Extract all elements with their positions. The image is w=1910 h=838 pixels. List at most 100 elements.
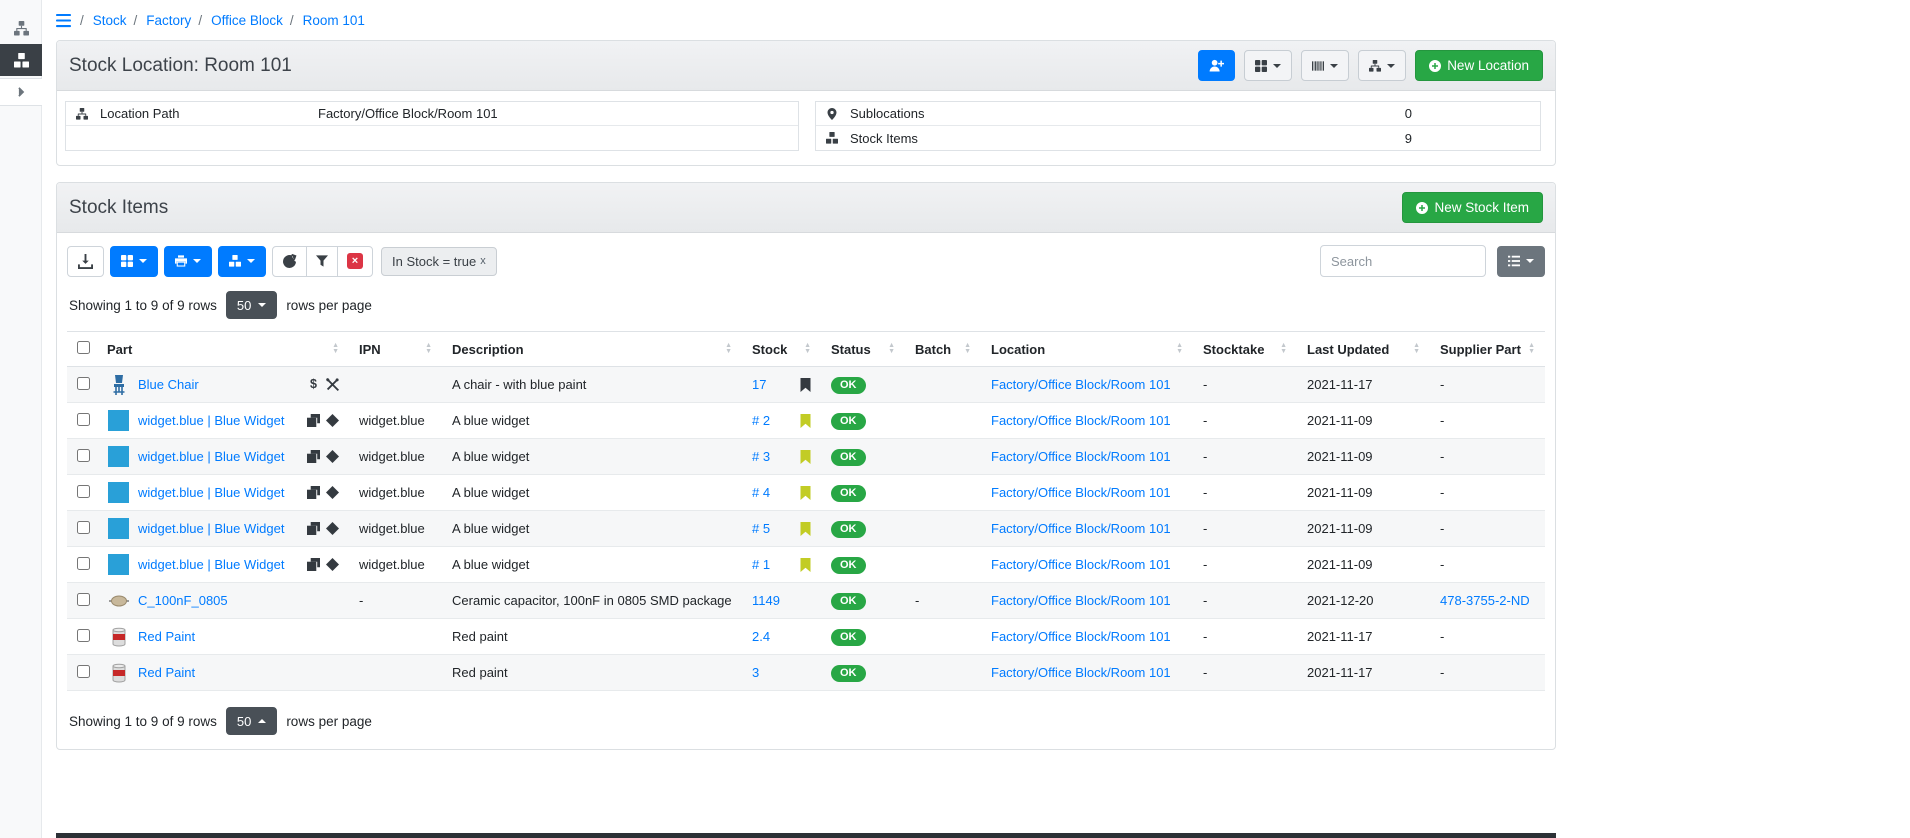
caret-down-icon <box>1387 64 1395 68</box>
stock-link[interactable]: # 2 <box>752 413 770 428</box>
part-link[interactable]: widget.blue | Blue Widget <box>138 449 284 464</box>
page-size-dropdown[interactable]: 50 <box>226 291 277 319</box>
stock-link[interactable]: # 1 <box>752 557 770 572</box>
location-link[interactable]: Factory/Office Block/Room 101 <box>991 413 1171 428</box>
row-checkbox[interactable] <box>77 593 90 606</box>
location-link[interactable]: Factory/Office Block/Room 101 <box>991 629 1171 644</box>
barcode-actions-dropdown[interactable] <box>1301 50 1349 81</box>
location-link[interactable]: Factory/Office Block/Room 101 <box>991 665 1171 680</box>
breadcrumb-stock[interactable]: Stock <box>73 13 127 28</box>
column-header-location[interactable]: Location <box>981 332 1193 367</box>
stock-link[interactable]: # 3 <box>752 449 770 464</box>
location-link[interactable]: Factory/Office Block/Room 101 <box>991 557 1171 572</box>
row-checkbox[interactable] <box>77 413 90 426</box>
description-cell: Ceramic capacitor, 100nF in 0805 SMD pac… <box>442 583 742 619</box>
stocktake-cell: - <box>1193 547 1297 583</box>
row-checkbox[interactable] <box>77 521 90 534</box>
stock-link[interactable]: 1149 <box>752 593 780 608</box>
stock-actions-dropdown[interactable] <box>218 246 266 277</box>
part-link[interactable]: widget.blue | Blue Widget <box>138 485 284 500</box>
stock-link[interactable]: # 4 <box>752 485 770 500</box>
status-cell: OK <box>821 367 905 403</box>
table-row: widget.blue | Blue Widget widget.blue A … <box>67 475 1545 511</box>
search-input[interactable] <box>1320 245 1486 277</box>
part-link[interactable]: C_100nF_0805 <box>138 593 228 608</box>
location-stats-box: Sublocations 0 Stock Items 9 <box>815 101 1541 151</box>
column-header-part[interactable]: Part <box>97 332 349 367</box>
location-link[interactable]: Factory/Office Block/Room 101 <box>991 377 1171 392</box>
stock-flag-icon <box>800 486 811 500</box>
row-select-cell <box>67 655 97 691</box>
column-select-dropdown[interactable] <box>1497 246 1545 277</box>
part-link[interactable]: Red Paint <box>138 629 195 644</box>
row-select-cell <box>67 547 97 583</box>
dollar-icon: $ <box>307 378 320 391</box>
select-all-checkbox[interactable] <box>77 341 90 354</box>
stock-link[interactable]: 3 <box>752 665 759 680</box>
printer-icon <box>175 255 187 267</box>
stock-flag-icon <box>800 450 811 464</box>
sublocations-row: Sublocations 0 <box>816 102 1540 126</box>
export-download-button[interactable] <box>67 246 104 277</box>
page-size-dropdown[interactable]: 50 <box>226 707 277 735</box>
new-stock-item-button[interactable]: New Stock Item <box>1402 192 1543 223</box>
display-mode-dropdown[interactable] <box>110 246 158 277</box>
left-sidebar <box>0 0 42 838</box>
location-link[interactable]: Factory/Office Block/Room 101 <box>991 593 1171 608</box>
row-checkbox[interactable] <box>77 557 90 570</box>
refresh-button[interactable] <box>272 246 307 277</box>
breadcrumb-factory[interactable]: Factory <box>127 13 192 28</box>
column-header-status[interactable]: Status <box>821 332 905 367</box>
location-link[interactable]: Factory/Office Block/Room 101 <box>991 521 1171 536</box>
sidebar-item-location-tree[interactable] <box>0 12 42 44</box>
table-row: widget.blue | Blue Widget widget.blue A … <box>67 511 1545 547</box>
column-header-batch[interactable]: Batch <box>905 332 981 367</box>
filter-button[interactable] <box>306 246 338 277</box>
description-cell: A chair - with blue paint <box>442 367 742 403</box>
supplier-part-link[interactable]: 478-3755-2-ND <box>1440 593 1530 608</box>
column-header-last-updated[interactable]: Last Updated <box>1297 332 1430 367</box>
breadcrumb: Stock Factory Office Block Room 101 <box>56 6 1556 34</box>
row-checkbox[interactable] <box>77 485 90 498</box>
plus-circle-icon <box>1416 202 1428 214</box>
ipn-cell: widget.blue <box>349 403 442 439</box>
column-header-stocktake[interactable]: Stocktake <box>1193 332 1297 367</box>
filter-chip-remove[interactable]: x <box>480 255 486 267</box>
column-header-ipn[interactable]: IPN <box>349 332 442 367</box>
ipn-cell <box>349 367 442 403</box>
column-header-description[interactable]: Description <box>442 332 742 367</box>
description-cell: A blue widget <box>442 547 742 583</box>
stock-link[interactable]: 2.4 <box>752 629 770 644</box>
stock-panel-body: In Stock = true x Show <box>57 233 1555 749</box>
part-link[interactable]: Red Paint <box>138 665 195 680</box>
boxes-icon <box>229 255 241 267</box>
location-link[interactable]: Factory/Office Block/Room 101 <box>991 449 1171 464</box>
stock-link[interactable]: # 5 <box>752 521 770 536</box>
sidebar-expand-button[interactable] <box>0 78 42 106</box>
location-link[interactable]: Factory/Office Block/Room 101 <box>991 485 1171 500</box>
description-cell: Red paint <box>442 655 742 691</box>
part-link[interactable]: Blue Chair <box>138 377 199 392</box>
part-link[interactable]: widget.blue | Blue Widget <box>138 521 284 536</box>
sidebar-item-stock[interactable] <box>0 44 42 76</box>
stock-link[interactable]: 17 <box>752 377 766 392</box>
breadcrumb-office-block[interactable]: Office Block <box>191 13 283 28</box>
column-header-stock[interactable]: Stock <box>742 332 821 367</box>
display-options-dropdown[interactable] <box>1244 50 1292 81</box>
location-actions-dropdown[interactable] <box>1358 50 1406 81</box>
filter-chip-in-stock[interactable]: In Stock = true x <box>381 247 497 276</box>
print-actions-dropdown[interactable] <box>164 246 212 277</box>
row-checkbox[interactable] <box>77 449 90 462</box>
stocktake-cell: - <box>1193 619 1297 655</box>
breadcrumb-room-101[interactable]: Room 101 <box>283 13 365 28</box>
row-checkbox[interactable] <box>77 377 90 390</box>
clear-filters-button[interactable] <box>337 246 373 277</box>
part-link[interactable]: widget.blue | Blue Widget <box>138 413 284 428</box>
column-header-supplier-part[interactable]: Supplier Part <box>1430 332 1545 367</box>
new-location-button[interactable]: New Location <box>1415 50 1543 81</box>
assign-user-button[interactable] <box>1198 50 1235 81</box>
part-link[interactable]: widget.blue | Blue Widget <box>138 557 284 572</box>
row-checkbox[interactable] <box>77 665 90 678</box>
row-checkbox[interactable] <box>77 629 90 642</box>
hamburger-menu-icon[interactable] <box>56 13 71 28</box>
